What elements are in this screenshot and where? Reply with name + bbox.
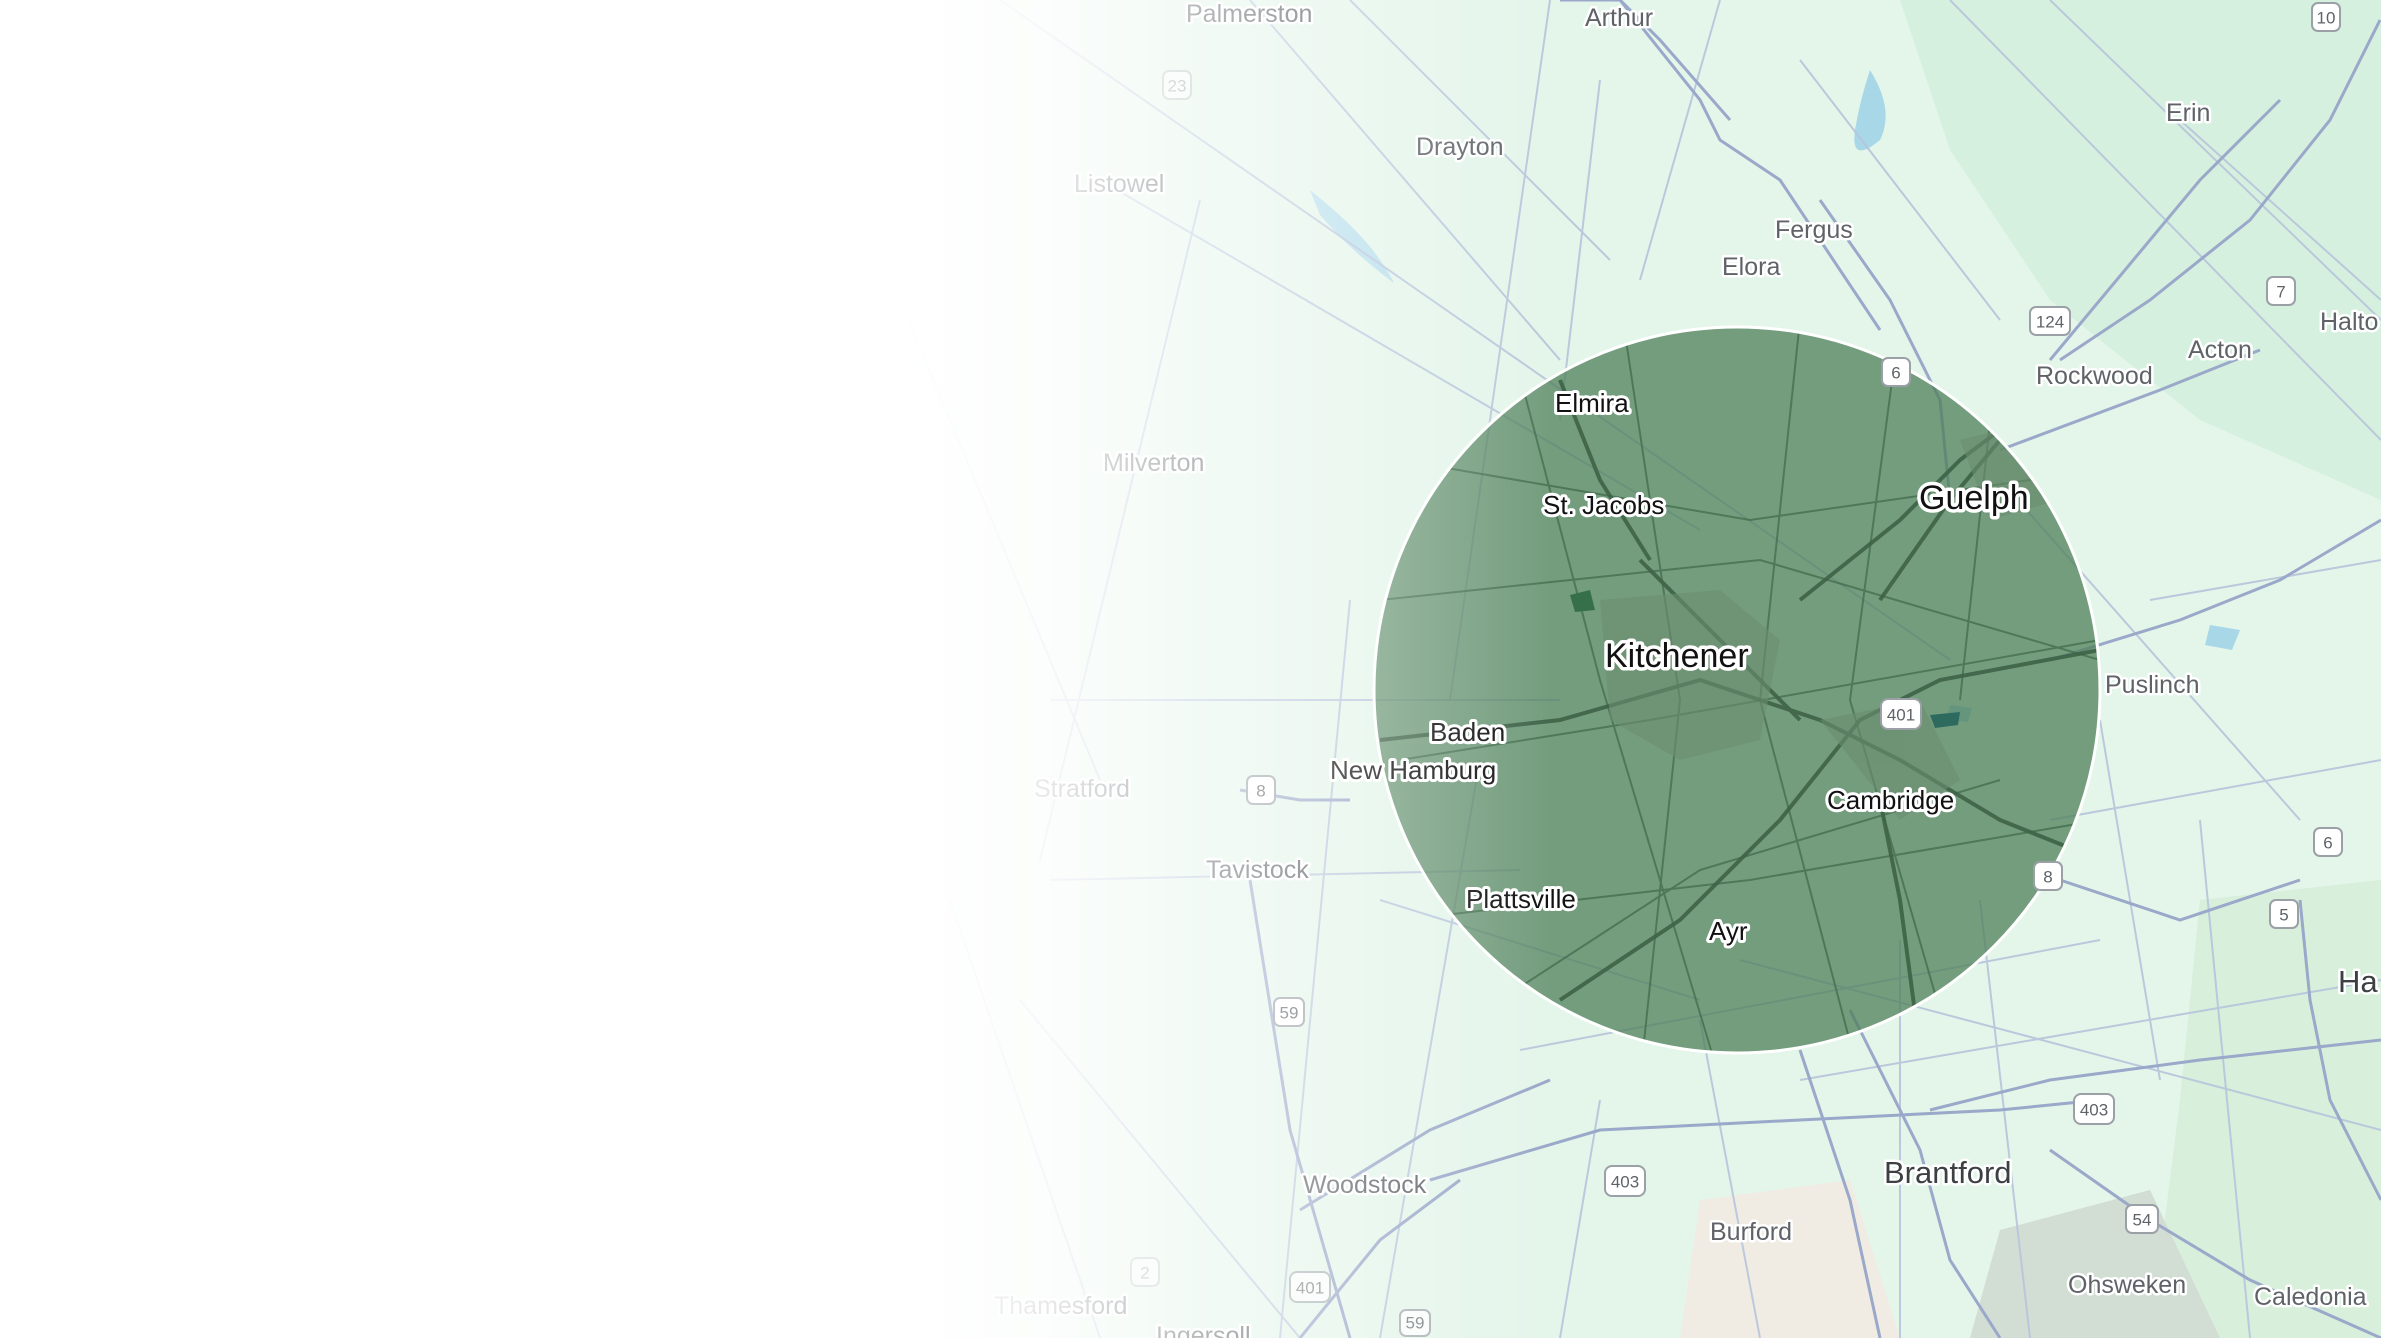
svg-text:6: 6 <box>1891 364 1900 383</box>
place-label-stratford[interactable]: Stratford <box>1032 773 1133 806</box>
svg-text:403: 403 <box>1611 1173 1639 1192</box>
highway-shield: 8 <box>2033 861 2063 891</box>
place-label-rockwood[interactable]: Rockwood <box>2034 360 2156 393</box>
svg-text:2: 2 <box>1140 1264 1149 1283</box>
place-label-ohsweken[interactable]: Ohsweken <box>2066 1269 2189 1302</box>
svg-text:10: 10 <box>2317 9 2336 28</box>
highway-shield: 403 <box>2073 1093 2115 1125</box>
highway-shield: 10 <box>2311 2 2341 32</box>
place-label-st-jacobs[interactable]: St. Jacobs <box>1540 487 1667 523</box>
svg-text:59: 59 <box>1280 1004 1299 1023</box>
place-label-burford[interactable]: Burford <box>1708 1216 1795 1249</box>
place-label-baden[interactable]: Baden <box>1427 714 1508 750</box>
place-label-elora[interactable]: Elora <box>1720 251 1783 284</box>
place-label-cambridge[interactable]: Cambridge <box>1824 782 1957 818</box>
highway-shield: 124 <box>2029 306 2071 336</box>
highway-shield: 401 <box>1289 1271 1331 1303</box>
svg-text:59: 59 <box>1406 1314 1425 1333</box>
highway-shield: 5 <box>2269 899 2299 929</box>
highway-shield: 23 <box>1162 70 1192 100</box>
place-label-kitchener[interactable]: Kitchener <box>1602 634 1753 679</box>
place-label-acton[interactable]: Acton <box>2186 334 2255 367</box>
highway-shield: 403 <box>1604 1165 1646 1197</box>
highway-shield: 6 <box>1881 357 1911 387</box>
svg-text:23: 23 <box>1168 77 1187 96</box>
place-label-drayton[interactable]: Drayton <box>1414 131 1507 164</box>
highway-shield: 8 <box>1246 775 1276 805</box>
place-label-thamesford[interactable]: Thamesford <box>992 1290 1130 1323</box>
map-svg: 10 23 124 7 6 401 8 6 5 8 59 403 403 54 … <box>0 0 2381 1338</box>
place-label-woodstock[interactable]: Woodstock <box>1301 1169 1430 1202</box>
highway-shield: 401 <box>1880 698 1922 730</box>
place-label-listowel[interactable]: Listowel <box>1072 168 1167 201</box>
highway-shield: 59 <box>1273 997 1305 1027</box>
highway-shield: 2 <box>1130 1257 1160 1287</box>
highway-shield: 7 <box>2266 276 2296 306</box>
place-label-fergus[interactable]: Fergus <box>1773 214 1856 247</box>
place-label-puslinch[interactable]: Puslinch <box>2103 669 2203 702</box>
highway-shield: 6 <box>2313 827 2343 857</box>
svg-text:403: 403 <box>2080 1101 2108 1120</box>
svg-text:8: 8 <box>1256 782 1265 801</box>
svg-text:124: 124 <box>2036 313 2064 332</box>
place-label-halto[interactable]: Halto <box>2318 306 2381 339</box>
place-label-ayr[interactable]: Ayr <box>1706 913 1751 949</box>
place-label-caledonia[interactable]: Caledonia <box>2252 1281 2370 1314</box>
place-label-ha[interactable]: Ha <box>2336 962 2381 1002</box>
highway-shield: 54 <box>2125 1204 2159 1234</box>
place-label-erin[interactable]: Erin <box>2164 97 2213 130</box>
svg-text:5: 5 <box>2279 906 2288 925</box>
svg-text:401: 401 <box>1296 1279 1324 1298</box>
place-label-new-hamburg[interactable]: New Hamburg <box>1327 752 1499 788</box>
place-label-ingersoll[interactable]: Ingersoll <box>1154 1320 1254 1338</box>
place-label-arthur[interactable]: Arthur <box>1583 2 1656 35</box>
svg-text:401: 401 <box>1887 706 1915 725</box>
svg-text:8: 8 <box>2043 868 2052 887</box>
place-label-tavistock[interactable]: Tavistock <box>1204 854 1312 887</box>
place-label-milverton[interactable]: Milverton <box>1101 447 1207 480</box>
svg-text:6: 6 <box>2323 834 2332 853</box>
svg-text:7: 7 <box>2276 283 2285 302</box>
place-label-guelph[interactable]: Guelph <box>1916 476 2033 521</box>
map-canvas[interactable]: 10 23 124 7 6 401 8 6 5 8 59 403 403 54 … <box>0 0 2381 1338</box>
place-label-plattsville[interactable]: Plattsville <box>1463 881 1579 917</box>
highway-shield: 59 <box>1399 1309 1431 1337</box>
svg-text:54: 54 <box>2133 1211 2152 1230</box>
place-label-brantford[interactable]: Brantford <box>1882 1153 2015 1193</box>
place-label-palmerston[interactable]: Palmerston <box>1184 0 1315 31</box>
place-label-elmira[interactable]: Elmira <box>1552 385 1632 421</box>
